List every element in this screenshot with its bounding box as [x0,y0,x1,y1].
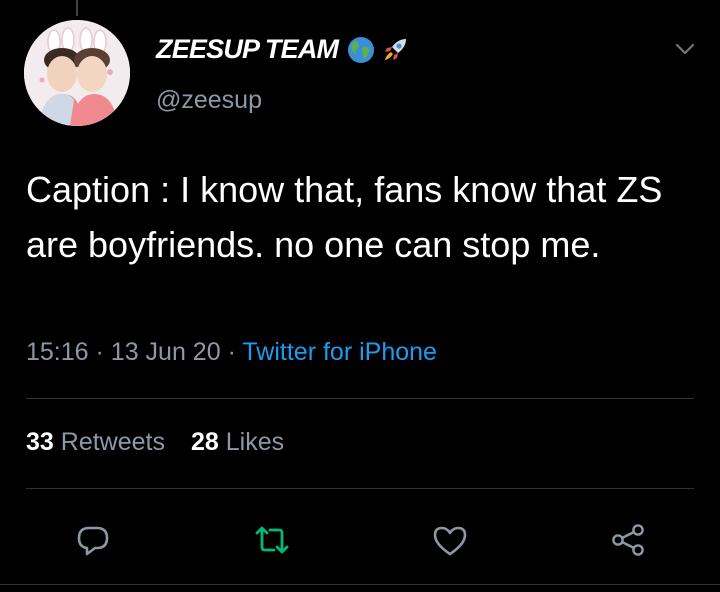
share-button[interactable] [608,520,648,560]
tweet-source-link[interactable]: Twitter for iPhone [242,338,437,366]
reply-button[interactable] [73,520,113,560]
meta-separator: · [95,338,104,366]
globe-icon [346,35,376,65]
tweet-meta: 15:16 · 13 Jun 20 · Twitter for iPhone [26,338,437,367]
user-handle[interactable]: @zeesup [156,86,262,115]
chevron-down-icon[interactable] [674,38,696,60]
display-name-row: ZEESUP TEAM [156,34,410,65]
retweet-icon [255,526,289,554]
likes-stat[interactable]: 28 Likes [191,428,284,456]
like-count: 28 [190,428,219,456]
rocket-icon [380,35,410,65]
display-name[interactable]: ZEESUP TEAM [156,34,339,65]
tweet-date[interactable]: 13 Jun 20 [111,338,221,366]
thread-connector-line [76,0,78,16]
retweet-button[interactable] [252,520,292,560]
retweets-stat[interactable]: 33 Retweets [26,428,165,456]
like-label: Likes [225,428,285,456]
tweet-time: 15:16 [26,338,89,366]
reply-icon [77,526,109,556]
retweet-label: Retweets [60,428,165,456]
avatar-image [24,20,130,126]
heart-icon [433,526,467,556]
divider [26,398,694,399]
divider [0,584,720,585]
action-bar [0,514,720,564]
engagement-stats: 33 Retweets 28 Likes [26,428,284,457]
share-icon [612,524,644,556]
retweet-count: 33 [26,428,54,456]
like-button[interactable] [430,520,470,560]
tweet-text: Caption : I know that, fans know that ZS… [26,169,663,265]
meta-separator: · [227,338,236,366]
divider [26,488,694,489]
avatar[interactable] [24,20,130,126]
